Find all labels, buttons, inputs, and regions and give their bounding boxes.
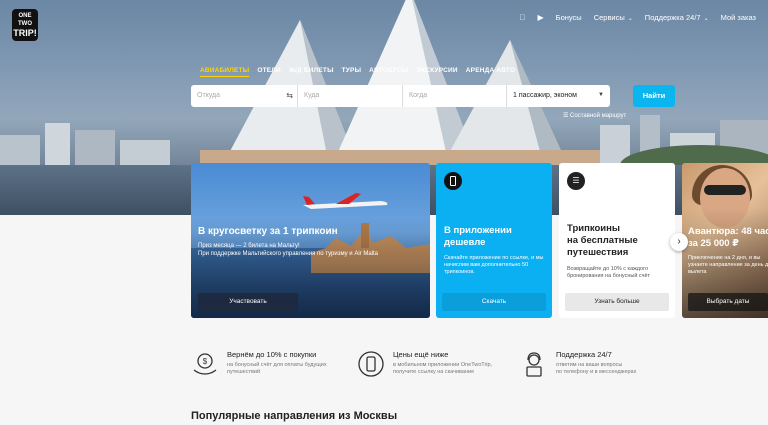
feature-desc-line1: в мобильном приложении OneTwoTrip, <box>393 362 493 368</box>
logo-line1: ONE TWO <box>18 13 32 27</box>
feature-support: Поддержка 24/7 ответим на ваши вопросы п… <box>520 350 636 378</box>
card-title-line1: Авантюра: 48 часов <box>688 226 768 237</box>
feature-desc-line1: на бонусный счёт для оплаты будущих <box>227 362 327 368</box>
card-title: Авантюра: 48 часов за 25 000 ₽ <box>688 226 768 250</box>
card-title-line2: на бесплатные <box>567 235 638 246</box>
multi-city-label: Составной маршрут <box>570 113 627 119</box>
card-description: Возвращайте до 10% с каждого бронировани… <box>567 266 651 279</box>
svg-text:$: $ <box>203 357 208 366</box>
promo-card-app[interactable]: В приложении дешевле Скачайте приложение… <box>436 163 552 318</box>
support-agent-icon <box>526 352 542 377</box>
carousel-next-button[interactable]: › <box>670 233 688 251</box>
passengers-select[interactable]: 1 пассажир, эконом ▼ <box>507 85 610 107</box>
from-placeholder: Откуда <box>197 92 221 99</box>
tab-car-rental[interactable]: АРЕНДА АВТО <box>466 67 515 77</box>
card-description: Приз месяца — 2 билета на Мальту! При по… <box>198 242 418 258</box>
card-title-line1: В приложении <box>444 225 512 236</box>
chevron-down-icon: ⌄ <box>703 16 709 22</box>
bonuses-link[interactable]: Бонусы <box>556 13 582 22</box>
card-desc-line1: Приз месяца — 2 билета на Мальту! <box>198 243 300 249</box>
feature-desc-line2: путешествий <box>227 369 261 375</box>
feature-app-prices: Цены ещё ниже в мобильном приложении One… <box>357 350 492 378</box>
tab-tours[interactable]: ТУРЫ <box>342 67 362 77</box>
my-order-link[interactable]: Мой заказ <box>721 13 756 22</box>
product-tabs: АВИАБИЛЕТЫ ОТЕЛИ Ж/Д БИЛЕТЫ ТУРЫ АВТОБУС… <box>200 67 515 77</box>
card-description: Приключение на 2 дня, и вы узнаете напра… <box>688 255 768 275</box>
card-description: Скачайте приложение по ссылке, и мы начи… <box>444 255 544 275</box>
play-icon[interactable]: ▶ <box>537 13 543 22</box>
to-placeholder: Куда <box>304 92 320 99</box>
feature-desc: ответим на ваши вопросы по телефону и в … <box>556 362 636 376</box>
card-title-line3: путешествия <box>567 247 629 258</box>
download-button[interactable]: Скачать <box>442 293 546 311</box>
chevron-down-icon: ▼ <box>598 92 604 98</box>
choose-dates-button[interactable]: Выбрать даты <box>688 293 768 311</box>
support-menu[interactable]: Поддержка 24/7 ⌄ <box>645 13 709 22</box>
phone-icon <box>444 172 462 190</box>
from-input[interactable]: Откуда ⇆ <box>191 85 298 107</box>
promo-card-tripcoins[interactable]: ☰ Трипкоины на бесплатные путешествия Во… <box>559 163 675 318</box>
passengers-value: 1 пассажир, эконом <box>513 92 577 99</box>
support-label: Поддержка 24/7 <box>644 13 701 22</box>
tab-buses[interactable]: АВТОБУСЫ <box>369 67 408 77</box>
feature-title: Вернём до 10% с покупки <box>227 350 317 359</box>
card-title-line1: Трипкоины <box>567 223 620 234</box>
tab-excursions[interactable]: ЭКСКУРСИИ <box>416 67 457 77</box>
feature-desc: на бонусный счёт для оплаты будущих путе… <box>227 362 327 376</box>
coins-icon: ☰ <box>567 172 585 190</box>
tab-flights[interactable]: АВИАБИЛЕТЫ <box>200 67 250 77</box>
feature-desc-line2: по телефону и в мессенджерах <box>556 369 637 375</box>
chevron-down-icon: ⌄ <box>627 16 633 22</box>
popular-destinations-heading: Популярные направления из Москвы <box>191 410 398 422</box>
card-desc-line2: При поддержке Мальтийского управления по… <box>198 251 378 257</box>
search-button[interactable]: Найти <box>633 85 675 107</box>
multi-city-link[interactable]: ☰ Составной маршрут <box>563 112 626 119</box>
airplane-illustration <box>303 193 388 209</box>
services-menu[interactable]: Сервисы ⌄ <box>594 13 633 22</box>
feature-title: Поддержка 24/7 <box>556 350 612 359</box>
promo-card-adventure[interactable]: Авантюра: 48 часов за 25 000 ₽ Приключен… <box>682 163 768 318</box>
services-label: Сервисы <box>593 13 625 22</box>
participate-button[interactable]: Участвовать <box>198 293 298 311</box>
feature-desc-line1: ответим на ваши вопросы <box>556 362 623 368</box>
apple-icon[interactable]:  <box>519 13 525 22</box>
tab-trains[interactable]: Ж/Д БИЛЕТЫ <box>289 67 334 77</box>
to-input[interactable]: Куда <box>298 85 403 107</box>
date-input[interactable]: Когда <box>403 85 507 107</box>
tab-hotels[interactable]: ОТЕЛИ <box>257 67 281 77</box>
flight-search-form: Откуда ⇆ Куда Когда 1 пассажир, эконом ▼ <box>191 85 610 107</box>
card-title: Трипкоины на бесплатные путешествия <box>567 223 638 259</box>
learn-more-button[interactable]: Узнать больше <box>565 293 669 311</box>
phone-icon <box>358 351 384 377</box>
swap-icon[interactable]: ⇆ <box>286 91 293 100</box>
card-title-line2: дешевле <box>444 237 486 248</box>
card-title: В приложении дешевле <box>444 225 512 249</box>
feature-title: Цены ещё ниже <box>393 350 449 359</box>
feature-desc-line2: получите ссылку на скачивание <box>393 369 475 375</box>
top-navigation:  ▶ Бонусы Сервисы⌄ Поддержка 24/7⌄ Мой … <box>519 13 756 22</box>
card-title: В кругосветку за 1 трипкоин <box>198 226 338 237</box>
chevron-right-icon: › <box>677 236 681 247</box>
card-title-line2: за 25 000 ₽ <box>688 238 739 249</box>
sunglasses <box>704 185 746 195</box>
feature-cashback: $ Вернём до 10% с покупки на бонусный сч… <box>191 350 327 378</box>
feature-desc: в мобильном приложении OneTwoTrip, получ… <box>393 362 492 376</box>
date-placeholder: Когда <box>409 92 428 99</box>
promo-card-round-the-world[interactable]: В кругосветку за 1 трипкоин Приз месяца … <box>191 163 430 318</box>
coin-hands-icon: $ <box>193 353 217 375</box>
logo-line2: TRIP! <box>13 28 37 38</box>
onetwotrip-logo[interactable]: ONE TWO TRIP! <box>12 9 38 41</box>
